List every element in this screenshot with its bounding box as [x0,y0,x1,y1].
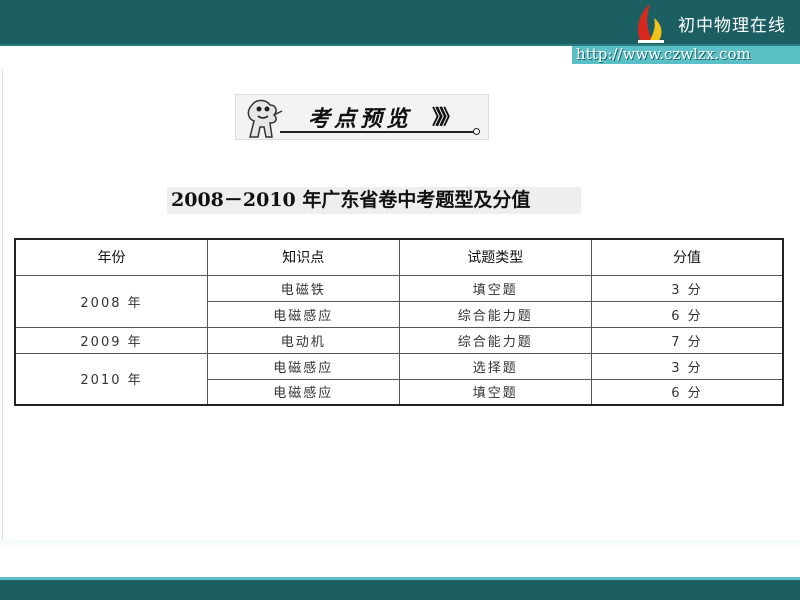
type-cell: 综合能力题 [398,326,592,354]
topic-cell: 电磁感应 [207,352,400,380]
section-badge: 考点预览 》》》 [235,94,489,140]
site-url-link[interactable]: http://www.czwlzx.com [576,45,751,63]
brand[interactable]: 初中物理在线 [632,0,786,46]
site-name: 初中物理在线 [678,15,786,36]
table-header-row: 年份 知识点 试题类型 分值 [14,238,784,276]
col-header-topic: 知识点 [207,238,400,276]
topic-cell: 电磁感应 [207,300,400,328]
bottom-faint-strip [0,540,800,546]
score-table: 年份 知识点 试题类型 分值 2008 年 电磁铁 填空题 3 分 电磁感应 综… [14,238,784,406]
top-banner: 初中物理在线 [0,0,800,46]
table-row: 2008 年 电磁铁 填空题 3 分 [14,274,784,328]
year-cell: 2008 年 [14,274,209,328]
topic-cell: 电动机 [207,326,400,354]
score-table-container: 年份 知识点 试题类型 分值 2008 年 电磁铁 填空题 3 分 电磁感应 综… [12,236,790,406]
badge-arrows-icon: 》》》 [432,105,460,129]
mascot-icon [240,97,284,139]
table-heading: 2008－2010 年广东省卷中考题型及分值 [167,187,581,214]
col-header-type: 试题类型 [398,238,592,276]
table-row: 2010 年 电磁感应 选择题 3 分 [14,352,784,406]
topic-cell: 电磁感应 [207,378,400,406]
year-cell: 2010 年 [14,352,209,406]
topic-cell: 电磁铁 [207,274,400,302]
bottom-banner [0,577,800,600]
table-row: 2009 年 电动机 综合能力题 7 分 [14,326,784,354]
score-cell: 3 分 [590,352,784,380]
badge-end-dot [473,128,480,135]
type-cell: 填空题 [398,274,592,302]
score-cell: 3 分 [590,274,784,302]
score-cell: 6 分 [590,300,784,328]
type-cell: 填空题 [398,378,592,406]
col-header-year: 年份 [14,238,209,276]
col-header-score: 分值 [590,238,784,276]
type-cell: 综合能力题 [398,300,592,328]
left-edge-line [2,70,3,540]
type-cell: 选择题 [398,352,592,380]
score-cell: 7 分 [590,326,784,354]
year-cell: 2009 年 [14,326,209,354]
site-logo-icon [632,0,668,46]
badge-title: 考点预览 [308,106,413,132]
score-cell: 6 分 [590,378,784,406]
badge-underline [280,131,476,133]
